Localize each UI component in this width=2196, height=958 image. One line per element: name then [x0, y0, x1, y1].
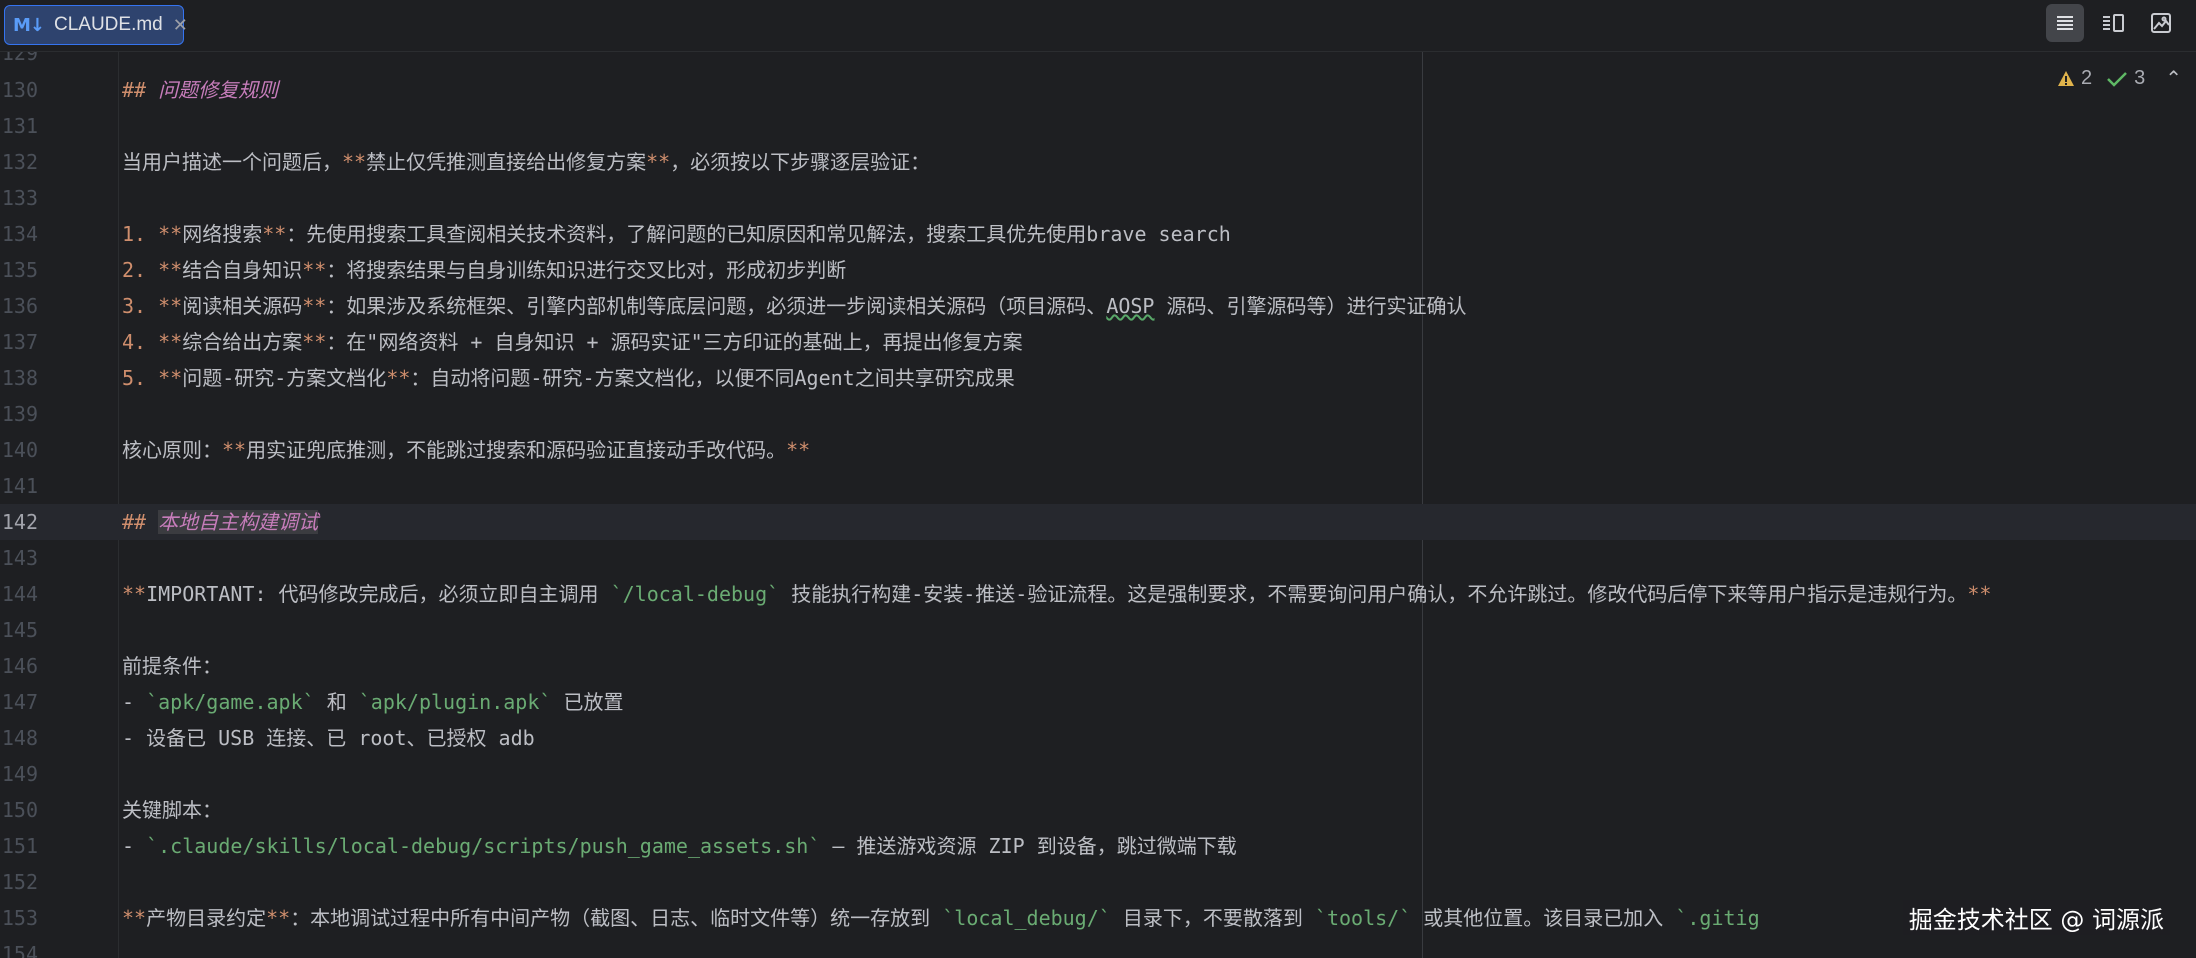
list-item-line: 2. **结合自身知识**：将搜索结果与自身训练知识进行交叉比对，形成初步判断	[122, 258, 847, 282]
text-line: 关键脚本：	[122, 798, 222, 822]
text-line: **IMPORTANT: 代码修改完成后，必须立即自主调用 `/local-de…	[122, 582, 1992, 606]
preview-only-icon	[2151, 13, 2171, 33]
split-view-button[interactable]	[2094, 4, 2132, 42]
list-item-line: 5. **问题-研究-方案文档化**：自动将问题-研究-方案文档化，以便不同Ag…	[122, 366, 1015, 390]
tab-filename: CLAUDE.md	[54, 14, 163, 35]
list-item-line: 1. **网络搜索**：先使用搜索工具查阅相关技术资料，了解问题的已知原因和常见…	[122, 222, 1231, 246]
list-item-line: - `.claude/skills/local-debug/scripts/pu…	[122, 834, 1237, 858]
warning-count: 2	[2080, 67, 2093, 89]
editor-line: 154	[0, 936, 2196, 958]
line-number: 141	[1, 474, 38, 498]
line-number: 146	[1, 654, 38, 678]
line-number: 152	[1, 870, 38, 894]
check-icon	[2107, 71, 2127, 87]
line-number: 143	[1, 546, 38, 570]
editor-line: 131	[0, 108, 2196, 144]
editor-line: 139	[0, 396, 2196, 432]
list-item-line: - `apk/game.apk` 和 `apk/plugin.apk` 已放置	[122, 690, 624, 714]
line-number: 142	[1, 510, 38, 534]
line-number: 140	[1, 438, 38, 462]
view-mode-toolbar	[2046, 4, 2180, 42]
editor-only-button[interactable]	[2046, 4, 2084, 42]
line-number: 145	[1, 618, 38, 642]
line-number: 131	[1, 114, 38, 138]
editor-line: 130 ## 问题修复规则	[0, 72, 2196, 108]
collapse-icon[interactable]: ⌃	[2165, 66, 2182, 91]
editor-line: 153 **产物目录约定**：本地调试过程中所有中间产物（截图、日志、临时文件等…	[0, 900, 2196, 936]
editor-line: 141	[0, 468, 2196, 504]
line-number: 136	[1, 294, 38, 318]
line-number: 139	[1, 402, 38, 426]
line-number: 133	[1, 186, 38, 210]
editor-line: 129	[0, 52, 2196, 71]
tab-claude-md[interactable]: M↓ CLAUDE.md ✕	[4, 5, 188, 45]
pass-count: 3	[2134, 67, 2146, 89]
editor-line: 148 - 设备已 USB 连接、已 root、已授权 adb	[0, 720, 2196, 756]
editor-line: 135 2. **结合自身知识**：将搜索结果与自身训练知识进行交叉比对，形成初…	[0, 252, 2196, 288]
line-number: 147	[1, 690, 38, 714]
editor-line: 150 关键脚本：	[0, 792, 2196, 828]
watermark: 掘金技术社区 @ 词源派	[1902, 900, 2170, 935]
editor-line: 152	[0, 864, 2196, 900]
close-icon[interactable]: ✕	[173, 15, 188, 36]
editor-line: 146 前提条件：	[0, 648, 2196, 684]
editor-line: 137 4. **综合给出方案**：在"网络资料 + 自身知识 + 源码实证"三…	[0, 324, 2196, 360]
line-number: 151	[1, 834, 38, 858]
current-line: 142 ## 本地自主构建调试	[0, 504, 2196, 540]
editor-line: 145	[0, 612, 2196, 648]
editor-line: 147 - `apk/game.apk` 和 `apk/plugin.apk` …	[0, 684, 2196, 720]
line-number: 129	[1, 52, 38, 65]
editor-line: 143	[0, 540, 2196, 576]
editor-line: 144 **IMPORTANT: 代码修改完成后，必须立即自主调用 `/loca…	[0, 576, 2196, 612]
line-number: 150	[1, 798, 38, 822]
text-line: **产物目录约定**：本地调试过程中所有中间产物（截图、日志、临时文件等）统一存…	[122, 906, 1760, 930]
list-item-line: 4. **综合给出方案**：在"网络资料 + 自身知识 + 源码实证"三方印证的…	[122, 330, 1023, 354]
inspection-widget[interactable]: 2 3 ⌃	[2057, 66, 2182, 91]
editor-line: 151 - `.claude/skills/local-debug/script…	[0, 828, 2196, 864]
markdown-icon: M↓	[13, 14, 45, 36]
list-item-line: - 设备已 USB 连接、已 root、已授权 adb	[122, 726, 535, 750]
line-number: 138	[1, 366, 38, 390]
editor-line: 134 1. **网络搜索**：先使用搜索工具查阅相关技术资料，了解问题的已知原…	[0, 216, 2196, 252]
preview-only-button[interactable]	[2142, 4, 2180, 42]
editor-line: 138 5. **问题-研究-方案文档化**：自动将问题-研究-方案文档化，以便…	[0, 360, 2196, 396]
line-number: 148	[1, 726, 38, 750]
line-number: 137	[1, 330, 38, 354]
line-number: 149	[1, 762, 38, 786]
line-number: 130	[1, 78, 38, 102]
split-view-icon	[2103, 14, 2124, 32]
editor-line: 136 3. **阅读相关源码**：如果涉及系统框架、引擎内部机制等底层问题，必…	[0, 288, 2196, 324]
line-number: 135	[1, 258, 38, 282]
editor-line: 133	[0, 180, 2196, 216]
line-number: 134	[1, 222, 38, 246]
heading-line: ## 问题修复规则	[122, 78, 279, 102]
editor-only-icon	[2057, 16, 2073, 30]
editor-line: 140 核心原则：**用实证兜底推测，不能跳过搜索和源码验证直接动手改代码。**	[0, 432, 2196, 468]
list-item-line: 3. **阅读相关源码**：如果涉及系统框架、引擎内部机制等底层问题，必须进一步…	[122, 294, 1467, 318]
heading-line: ## 本地自主构建调试	[122, 510, 319, 534]
line-number: 154	[1, 942, 38, 958]
text-line: 核心原则：**用实证兜底推测，不能跳过搜索和源码验证直接动手改代码。**	[122, 438, 811, 462]
editor-tab-bar: M↓ CLAUDE.md ✕	[0, 0, 2196, 52]
warning-icon	[2057, 70, 2074, 86]
line-number: 153	[1, 906, 38, 930]
editor-line: 149	[0, 756, 2196, 792]
spelling-typo: AOSP	[1106, 294, 1155, 318]
markdown-editor[interactable]: 129 130 ## 问题修复规则 131 132 当用户描述一个问题后，**禁…	[0, 52, 2196, 958]
text-line: 前提条件：	[122, 654, 222, 678]
text-line: 当用户描述一个问题后，**禁止仅凭推测直接给出修复方案**，必须按以下步骤逐层验…	[122, 150, 931, 174]
line-number: 144	[1, 582, 38, 606]
line-number: 132	[1, 150, 38, 174]
editor-line: 132 当用户描述一个问题后，**禁止仅凭推测直接给出修复方案**，必须按以下步…	[0, 144, 2196, 180]
